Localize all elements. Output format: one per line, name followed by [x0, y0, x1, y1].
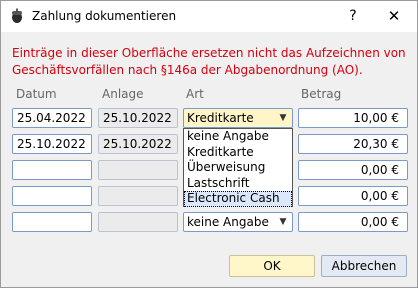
date-field[interactable]: [12, 212, 92, 232]
amount-field[interactable]: 20,30 €: [298, 134, 408, 154]
column-header-art: Art: [186, 87, 204, 101]
title-bar: Zahlung dokumentieren ? ✕: [1, 1, 417, 32]
column-header-datum: Datum: [16, 87, 57, 101]
amount-field[interactable]: 0,00 €: [298, 160, 408, 180]
dropdown-option[interactable]: Lastschrift: [184, 176, 292, 192]
attachment-date-field: [98, 212, 178, 232]
date-field[interactable]: [12, 160, 92, 180]
chevron-down-icon[interactable]: ▼: [277, 109, 289, 127]
date-field[interactable]: [12, 186, 92, 206]
attachment-date-field: 25.10.2022: [98, 134, 178, 154]
column-header-betrag: Betrag: [301, 87, 342, 101]
dropdown-option[interactable]: Kreditkarte: [184, 145, 292, 161]
attachment-date-field: 25.10.2022: [98, 108, 178, 128]
attachment-date-field: [98, 160, 178, 180]
date-field[interactable]: 25.04.2022: [12, 108, 92, 128]
acorn-icon: [12, 8, 22, 23]
ok-button[interactable]: OK: [229, 255, 315, 277]
payment-type-dropdown: keine Angabe Kreditkarte Überweisung Las…: [183, 128, 293, 207]
attachment-date-field: [98, 186, 178, 206]
dialog-window: Zahlung dokumentieren ? ✕ Einträge in di…: [0, 0, 418, 288]
amount-field[interactable]: 10,00 €: [298, 108, 408, 128]
dropdown-option[interactable]: Überweisung: [184, 160, 292, 176]
dropdown-option-highlighted[interactable]: Electronic Cash: [184, 191, 292, 207]
chevron-down-icon[interactable]: ▼: [277, 213, 289, 231]
column-header-anlage: Anlage: [102, 87, 144, 101]
payment-type-select[interactable]: keine Angabe ▼: [183, 212, 293, 232]
payment-type-value: keine Angabe: [187, 215, 269, 229]
payment-type-select[interactable]: Kreditkarte ▼: [183, 108, 293, 128]
help-button[interactable]: ?: [341, 3, 365, 29]
close-button[interactable]: ✕: [381, 3, 407, 29]
cancel-button[interactable]: Abbrechen: [321, 255, 407, 277]
date-field[interactable]: 25.10.2022: [12, 134, 92, 154]
amount-field[interactable]: 0,00 €: [298, 212, 408, 232]
window-title: Zahlung dokumentieren: [32, 9, 177, 23]
amount-field[interactable]: 0,00 €: [298, 186, 408, 206]
payment-type-value: Kreditkarte: [187, 111, 254, 125]
dropdown-option[interactable]: keine Angabe: [184, 129, 292, 145]
legal-notice: Einträge in dieser Oberfläche ersetzen n…: [12, 46, 406, 77]
